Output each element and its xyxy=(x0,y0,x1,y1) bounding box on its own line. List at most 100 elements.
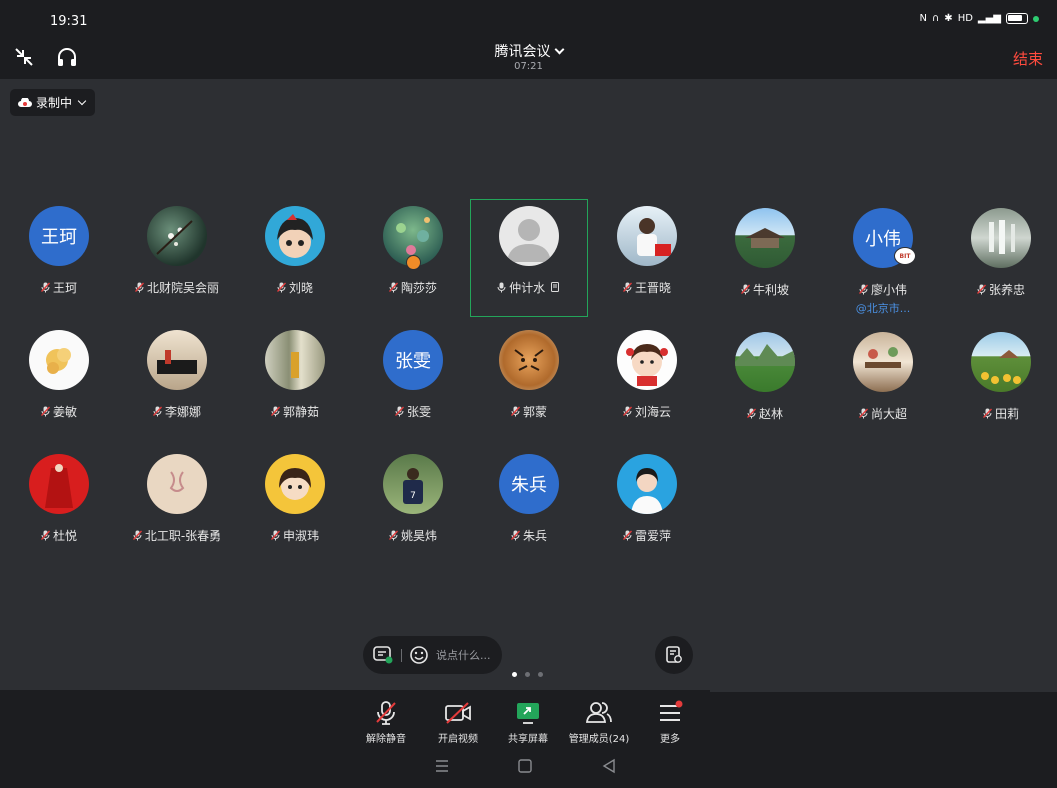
participant-tile[interactable]: 7 姚昊炜 xyxy=(354,447,472,565)
mic-muted-icon xyxy=(132,530,142,541)
divider xyxy=(710,690,1057,692)
participant-name: 田莉 xyxy=(932,405,1057,422)
avatar-image xyxy=(631,468,663,514)
page-dot[interactable] xyxy=(538,672,543,677)
manage-members-button[interactable]: 管理成员(24) xyxy=(564,697,634,747)
participant-tile[interactable]: 郭蒙 xyxy=(470,323,588,441)
avatar-image xyxy=(291,352,299,378)
org-badge: BIT xyxy=(894,247,916,265)
avatar: 张雯 xyxy=(383,330,443,390)
page-dot[interactable] xyxy=(525,672,530,677)
page-dot-active[interactable] xyxy=(512,672,517,677)
avatar-image xyxy=(46,348,71,374)
avatar xyxy=(29,330,89,390)
participant-tile[interactable]: 小伟 BIT 廖小伟 @北京市... xyxy=(824,201,942,319)
share-screen-button[interactable]: 共享屏幕 xyxy=(493,697,563,747)
mic-muted-icon xyxy=(623,530,632,541)
participant-grid: 王珂 王珂 北财院吴会丽 刘晓 陶莎莎 仲计水 王晋晓 牛利坡 小伟 BIT 廖… xyxy=(0,0,1057,690)
mic-muted-icon xyxy=(623,406,632,417)
avatar-image xyxy=(156,220,193,255)
mic-muted-icon xyxy=(135,282,144,293)
back-icon[interactable] xyxy=(599,758,619,774)
divider xyxy=(401,648,402,662)
participant-tile[interactable]: 杜悦 xyxy=(0,447,118,565)
mic-muted-icon xyxy=(389,530,398,541)
avatar: 王珂 xyxy=(29,206,89,266)
participant-tile[interactable]: 牛利坡 xyxy=(706,201,824,319)
mic-muted-icon xyxy=(389,282,398,293)
start-video-button[interactable]: 开启视频 xyxy=(423,697,493,747)
participant-tile[interactable]: 朱兵 朱兵 xyxy=(470,447,588,565)
unmute-button[interactable]: 解除静音 xyxy=(351,697,421,747)
participant-tile[interactable]: 王珂 王珂 xyxy=(0,199,118,317)
avatar xyxy=(265,206,325,266)
mic-muted-icon xyxy=(153,406,162,417)
chat-bar[interactable]: 说点什么... xyxy=(363,636,502,674)
mic-muted-icon xyxy=(623,282,632,293)
avatar xyxy=(617,206,677,266)
home-icon[interactable] xyxy=(515,758,535,774)
video-off-icon xyxy=(445,701,471,724)
participant-tile[interactable]: 北财院吴会丽 xyxy=(118,199,236,317)
avatar xyxy=(971,208,1031,268)
document-edit-icon xyxy=(666,646,682,663)
mic-muted-icon xyxy=(41,530,50,541)
mic-muted-icon xyxy=(859,284,868,295)
participant-name: 张养忠 xyxy=(932,281,1057,298)
avatar-image xyxy=(169,471,185,492)
avatar xyxy=(735,332,795,392)
participant-tile[interactable]: 王晋晓 xyxy=(588,199,706,317)
menu-icon xyxy=(660,700,683,721)
mic-muted-icon xyxy=(376,700,396,725)
more-button[interactable]: 更多 xyxy=(635,697,705,747)
page-indicator xyxy=(512,672,543,677)
participant-tile[interactable]: 刘海云 xyxy=(588,323,706,441)
mic-muted-icon xyxy=(271,406,280,417)
avatar xyxy=(971,332,1031,392)
participant-tile[interactable]: 申淑玮 xyxy=(236,447,354,565)
mic-muted-icon xyxy=(859,408,868,419)
participant-tile[interactable]: 赵林 xyxy=(706,325,824,443)
mic-muted-icon xyxy=(277,282,286,293)
participant-name: 雷爱萍 xyxy=(578,527,716,544)
avatar-image xyxy=(45,464,73,508)
mic-muted-icon xyxy=(271,530,280,541)
chat-input-placeholder[interactable]: 说点什么... xyxy=(436,647,491,663)
participant-tile[interactable]: 尚大超 xyxy=(824,325,942,443)
participant-tile[interactable]: 北工职-张春勇 xyxy=(118,447,236,565)
participant-tile[interactable]: 姜敏 xyxy=(0,323,118,441)
system-nav-bar xyxy=(0,758,1057,788)
avatar-image xyxy=(865,347,901,368)
participant-tile[interactable]: 田莉 xyxy=(942,325,1057,443)
avatar xyxy=(617,454,677,514)
avatar-image xyxy=(279,468,311,500)
avatar: 7 xyxy=(383,454,443,514)
emoji-icon[interactable] xyxy=(409,645,429,665)
participant-tile[interactable]: 郭静茹 xyxy=(236,323,354,441)
participant-tile-active-speaker[interactable]: 仲计水 xyxy=(470,199,588,317)
document-button[interactable] xyxy=(655,636,693,674)
avatar-image xyxy=(981,350,1021,384)
notes-icon xyxy=(550,282,559,292)
avatar-image xyxy=(157,350,197,374)
avatar-image xyxy=(989,220,1015,254)
avatar-image: 7 xyxy=(403,468,423,504)
mic-muted-icon xyxy=(741,284,750,295)
participant-tile[interactable]: 张雯 张雯 xyxy=(354,323,472,441)
participant-tile[interactable]: 陶莎莎 xyxy=(354,199,472,317)
avatar-image xyxy=(735,344,795,366)
avatar xyxy=(147,330,207,390)
chat-toggle-icon[interactable] xyxy=(372,645,394,665)
mic-muted-icon xyxy=(395,406,404,417)
mic-muted-icon xyxy=(511,530,520,541)
participant-tile[interactable]: 李娜娜 xyxy=(118,323,236,441)
participant-tile[interactable]: 雷爱萍 xyxy=(588,447,706,565)
participant-tile[interactable]: 张养忠 xyxy=(942,201,1057,319)
avatar xyxy=(147,206,207,266)
recent-apps-icon[interactable] xyxy=(432,758,452,774)
participant-location: @北京市... xyxy=(855,302,911,315)
avatar xyxy=(617,330,677,390)
participant-tile[interactable]: 刘晓 xyxy=(236,199,354,317)
mic-muted-icon xyxy=(977,284,986,295)
mic-on-icon xyxy=(497,282,506,293)
